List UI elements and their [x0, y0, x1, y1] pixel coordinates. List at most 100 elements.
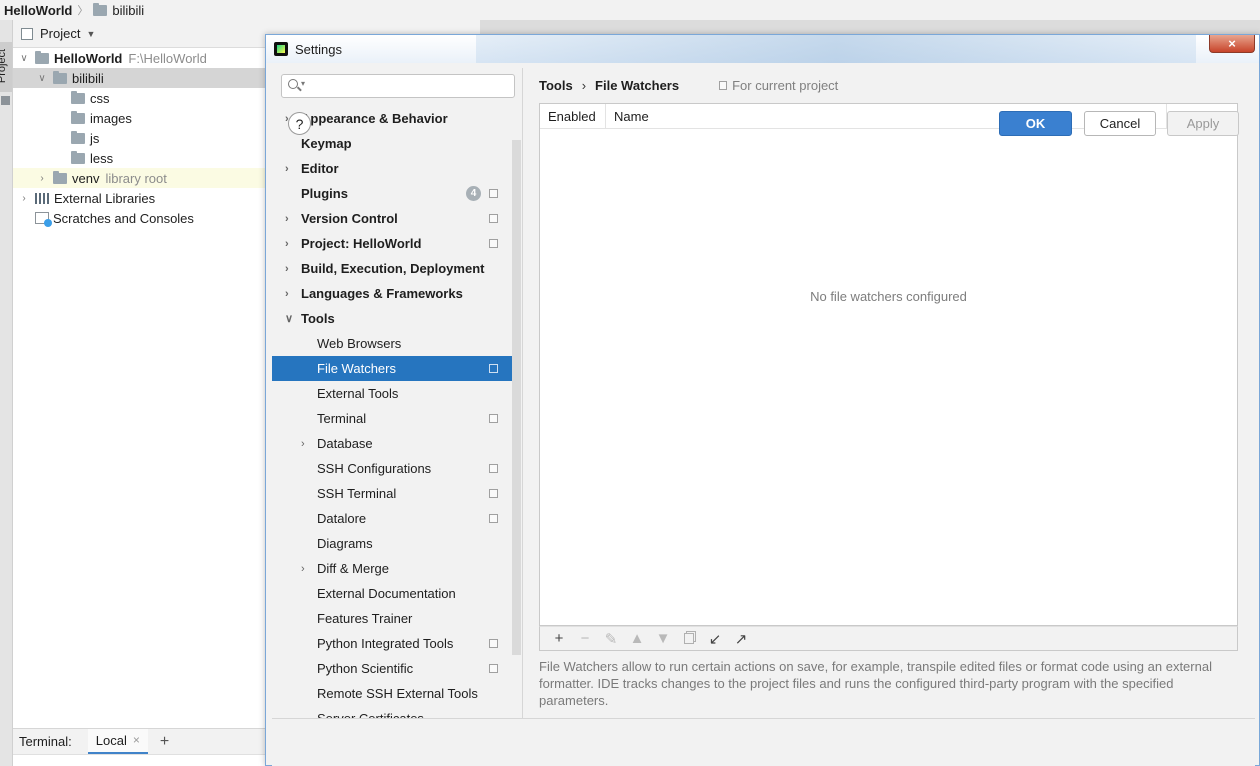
folder-icon — [53, 70, 67, 84]
help-button[interactable]: ? — [288, 112, 311, 135]
chevron-right-icon[interactable]: › — [285, 263, 299, 275]
terminal-tab-local[interactable]: Local × — [87, 728, 148, 755]
file-watchers-table[interactable]: Enabled Name Level No file watchers conf… — [539, 103, 1238, 626]
nav-item-diagrams[interactable]: Diagrams — [272, 531, 512, 556]
edit-button[interactable]: ✎ — [598, 629, 624, 649]
tree-item[interactable]: ∨ bilibili — [13, 68, 265, 88]
project-tool-tab-label: Project — [0, 48, 9, 84]
project-panel-header[interactable]: Project ▼ — [13, 20, 265, 48]
nav-item-file-watchers[interactable]: File Watchers — [272, 356, 512, 381]
close-icon[interactable]: × — [133, 733, 140, 747]
column-enabled[interactable]: Enabled — [540, 104, 606, 128]
add-button[interactable]: + — [546, 629, 572, 649]
move-up-button[interactable]: ▲ — [624, 629, 650, 649]
nav-item-python-scientific[interactable]: Python Scientific — [272, 656, 512, 681]
tree-item-label: js — [90, 130, 100, 146]
chevron-right-icon[interactable]: › — [301, 563, 315, 575]
chevron-down-icon[interactable]: ∨ — [285, 312, 299, 325]
project-scope-icon — [489, 214, 498, 223]
export-button[interactable]: ↗ — [728, 629, 754, 649]
settings-search[interactable]: ▾ — [281, 74, 515, 98]
nav-item-external-documentation[interactable]: External Documentation — [272, 581, 512, 606]
breadcrumb-child[interactable]: bilibili — [112, 3, 144, 18]
folder-icon — [71, 110, 85, 124]
nav-item-ssh-terminal[interactable]: SSH Terminal — [272, 481, 512, 506]
chevron-right-icon[interactable]: › — [285, 213, 299, 225]
description-text: File Watchers allow to run certain actio… — [539, 659, 1212, 708]
dialog-titlebar[interactable]: Settings × — [266, 35, 1259, 63]
tree-item[interactable]: › venv library root — [13, 168, 265, 188]
move-down-button[interactable]: ▼ — [650, 629, 676, 649]
nav-item-label: Languages & Frameworks — [301, 286, 463, 301]
nav-item-plugins[interactable]: Plugins 4 — [272, 181, 512, 206]
chevron-right-icon[interactable]: › — [17, 193, 31, 204]
nav-item-editor[interactable]: › Editor — [272, 156, 512, 181]
project-scope-icon — [489, 514, 498, 523]
tree-item[interactable]: js — [13, 128, 265, 148]
tree-item-hint: F:\HelloWorld — [128, 50, 207, 66]
chevron-down-icon[interactable]: ∨ — [35, 73, 49, 84]
nav-item-remote-ssh-external-tools[interactable]: Remote SSH External Tools — [272, 681, 512, 706]
crumb-arrow: › — [581, 77, 587, 93]
tree-item-label: images — [90, 110, 132, 126]
tree-item[interactable]: images — [13, 108, 265, 128]
tree-item-label: External Libraries — [54, 190, 156, 206]
nav-item-label: Server Certificates — [317, 711, 424, 718]
nav-scrollbar[interactable] — [512, 140, 521, 655]
folder-icon — [35, 50, 49, 64]
tree-item[interactable]: Scratches and Consoles — [13, 208, 265, 228]
nav-item-web-browsers[interactable]: Web Browsers — [272, 331, 512, 356]
import-button[interactable]: ↙ — [702, 629, 728, 649]
chevron-down-icon[interactable]: ▼ — [86, 29, 95, 39]
ok-button[interactable]: OK — [999, 111, 1072, 136]
nav-item-label: Project: HelloWorld — [301, 236, 422, 251]
nav-item-languages-frameworks[interactable]: › Languages & Frameworks — [272, 281, 512, 306]
chevron-down-icon[interactable]: ∨ — [17, 53, 31, 64]
chevron-down-icon: ▾ — [301, 79, 306, 88]
close-button[interactable]: × — [1209, 35, 1255, 53]
project-scope-icon — [719, 80, 728, 90]
nav-item-server-certificates[interactable]: Server Certificates — [272, 706, 512, 718]
nav-item-datalore[interactable]: Datalore — [272, 506, 512, 531]
add-terminal-button[interactable]: + — [160, 733, 169, 751]
column-name[interactable]: Name — [606, 104, 1167, 128]
nav-item-label: Datalore — [317, 511, 367, 526]
tree-item-label: Scratches and Consoles — [53, 210, 194, 226]
nav-item-ssh-configurations[interactable]: SSH Configurations — [272, 456, 512, 481]
tree-item[interactable]: less — [13, 148, 265, 168]
terminal-output[interactable] — [13, 754, 265, 766]
project-tool-tab[interactable]: Project — [0, 42, 12, 92]
chevron-right-icon[interactable]: › — [285, 238, 299, 250]
nav-item-keymap[interactable]: Keymap — [272, 131, 512, 156]
tree-item[interactable]: css — [13, 88, 265, 108]
chevron-right-icon[interactable]: › — [285, 288, 299, 300]
nav-item-features-trainer[interactable]: Features Trainer — [272, 606, 512, 631]
nav-item-terminal[interactable]: Terminal — [272, 406, 512, 431]
tree-item[interactable]: › External Libraries — [13, 188, 265, 208]
folder-icon — [71, 130, 85, 144]
breadcrumb-root[interactable]: HelloWorld — [4, 3, 72, 18]
search-input[interactable] — [312, 77, 510, 95]
chevron-right-icon[interactable]: › — [35, 173, 49, 184]
nav-item-label: Tools — [301, 311, 335, 326]
structure-icon[interactable] — [1, 96, 10, 105]
cancel-button[interactable]: Cancel — [1084, 111, 1156, 136]
tree-item[interactable]: ∨ HelloWorld F:\HelloWorld — [13, 48, 265, 68]
remove-button[interactable]: − — [572, 629, 598, 649]
nav-item-python-integrated-tools[interactable]: Python Integrated Tools — [272, 631, 512, 656]
copy-button[interactable] — [676, 629, 702, 649]
chevron-right-icon[interactable]: › — [301, 438, 315, 450]
nav-item-build-execution-deployment[interactable]: › Build, Execution, Deployment — [272, 256, 512, 281]
nav-item-external-tools[interactable]: External Tools — [272, 381, 512, 406]
nav-item-label: Appearance & Behavior — [301, 111, 448, 126]
nav-item-label: External Documentation — [317, 586, 456, 601]
dialog-body: ▾ › Appearance & Behavior Keymap › Editor Plu… — [272, 68, 1255, 766]
terminal-label: Terminal: — [19, 734, 72, 749]
nav-item-tools[interactable]: ∨ Tools — [272, 306, 512, 331]
apply-button[interactable]: Apply — [1167, 111, 1239, 136]
nav-item-project-helloworld[interactable]: › Project: HelloWorld — [272, 231, 512, 256]
nav-item-diff-merge[interactable]: › Diff & Merge — [272, 556, 512, 581]
nav-item-version-control[interactable]: › Version Control — [272, 206, 512, 231]
chevron-right-icon[interactable]: › — [285, 163, 299, 175]
nav-item-database[interactable]: › Database — [272, 431, 512, 456]
